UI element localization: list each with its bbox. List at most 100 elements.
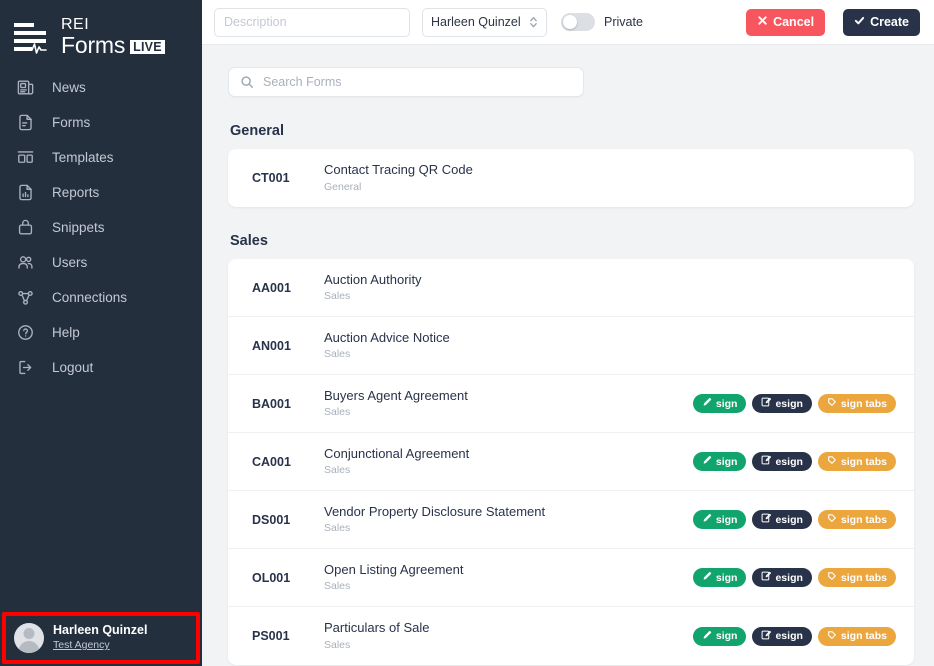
form-category: Sales <box>324 406 351 419</box>
sidebar-item-label: Connections <box>52 289 128 305</box>
sidebar-item-label: Snippets <box>52 219 105 235</box>
sidebar-item-label: Reports <box>52 184 100 200</box>
badge-sign-tabs[interactable]: sign tabs <box>817 626 896 646</box>
sidebar-item-news[interactable]: News <box>0 70 202 105</box>
form-code: CA001 <box>252 454 291 469</box>
badge-esign[interactable]: esign <box>752 394 812 413</box>
sidebar-item-users[interactable]: Users <box>0 245 202 280</box>
app-logo[interactable]: REI Forms LIVE <box>0 0 202 62</box>
form-groups: General CT001 Contact Tracing QR Code Gener… <box>228 123 914 665</box>
sidebar-item-help[interactable]: Help <box>0 315 202 350</box>
sign-tabs-icon <box>827 513 837 526</box>
create-button[interactable]: Create <box>843 8 920 36</box>
logo-live-badge: LIVE <box>130 39 165 54</box>
table-row[interactable]: CA001 Conjunctional Agreement Sales sign esi… <box>228 433 914 491</box>
table-row[interactable]: CT001 Contact Tracing QR Code General <box>228 149 914 207</box>
row-actions: sign esign sign tabs <box>692 626 896 646</box>
sidebar-item-reports[interactable]: Reports <box>0 175 202 210</box>
esign-icon <box>761 571 772 584</box>
private-toggle[interactable] <box>561 13 595 31</box>
table-row[interactable]: OL001 Open Listing Agreement Sales sign esig… <box>228 549 914 607</box>
sidebar-item-templates[interactable]: Templates <box>0 140 202 175</box>
create-button-label: Create <box>870 15 909 29</box>
sidebar-nav: News Forms Templates Reports Snippets Us… <box>0 70 202 385</box>
sign-icon <box>702 513 712 526</box>
sidebar: REI Forms LIVE News Forms Templates Repo… <box>0 0 202 666</box>
app-root: REI Forms LIVE News Forms Templates Repo… <box>0 0 934 666</box>
badge-esign[interactable]: esign <box>752 510 812 529</box>
table-row[interactable]: AN001 Auction Advice Notice Sales <box>228 317 914 375</box>
row-actions: sign esign sign tabs <box>692 394 896 413</box>
sign-icon <box>702 571 712 584</box>
sidebar-item-forms[interactable]: Forms <box>0 105 202 140</box>
cancel-button-label: Cancel <box>773 15 815 29</box>
close-icon <box>757 15 768 29</box>
private-toggle-group: Private <box>561 13 643 31</box>
badge-label: sign tabs <box>840 630 887 642</box>
search-bar[interactable] <box>228 67 584 97</box>
badge-sign-tabs[interactable]: sign tabs <box>817 394 896 413</box>
cancel-button[interactable]: Cancel <box>746 8 826 36</box>
form-code: DS001 <box>252 512 291 527</box>
badge-sign[interactable]: sign <box>692 510 747 529</box>
form-code: PS001 <box>252 629 290 643</box>
row-actions: sign esign sign tabs <box>692 452 896 471</box>
table-row[interactable]: DS001 Vendor Property Disclosure Statemen… <box>228 491 914 549</box>
sidebar-item-label: Users <box>52 254 88 270</box>
users-icon <box>16 253 35 272</box>
row-actions: sign esign sign tabs <box>692 510 896 529</box>
form-category: Sales <box>324 348 351 361</box>
badge-sign-tabs[interactable]: sign tabs <box>817 568 896 587</box>
table-row[interactable]: PS001 Particulars of Sale Sales sign esign si… <box>228 607 914 665</box>
user-profile[interactable]: Harleen Quinzel Test Agency <box>6 616 196 660</box>
search-input[interactable] <box>263 75 572 89</box>
form-category: Sales <box>324 290 351 303</box>
badge-esign[interactable]: esign <box>752 452 812 471</box>
form-category: Sales <box>324 638 351 651</box>
table-row[interactable]: AA001 Auction Authority Sales <box>228 259 914 317</box>
description-input[interactable] <box>214 7 410 37</box>
esign-icon <box>761 397 772 410</box>
badge-sign-tabs[interactable]: sign tabs <box>817 452 896 471</box>
badge-label: sign tabs <box>840 455 887 468</box>
badge-label: sign <box>715 630 738 642</box>
badge-esign[interactable]: esign <box>752 568 812 587</box>
table-row[interactable]: BA001 Buyers Agent Agreement Sales sign esig… <box>228 375 914 433</box>
content-area: General CT001 Contact Tracing QR Code Gener… <box>202 45 934 666</box>
badge-label: sign <box>715 397 738 410</box>
group-title: General <box>230 123 284 139</box>
owner-select-value: Harleen Quinzel <box>431 15 521 29</box>
toolbar: Harleen Quinzel Private <box>202 0 934 45</box>
rei-forms-logo-icon <box>12 20 52 54</box>
logo-forms-text: Forms <box>61 32 126 58</box>
private-toggle-label: Private <box>604 15 643 29</box>
sidebar-item-label: Templates <box>52 149 114 165</box>
badge-sign[interactable]: sign <box>692 568 747 587</box>
badge-sign-tabs[interactable]: sign tabs <box>817 510 896 529</box>
badge-label: sign tabs <box>840 513 887 526</box>
badge-sign[interactable]: sign <box>692 452 747 471</box>
sidebar-item-label: News <box>52 79 86 95</box>
badge-sign[interactable]: sign <box>692 626 747 646</box>
sign-tabs-icon <box>827 630 837 643</box>
sidebar-item-snippets[interactable]: Snippets <box>0 210 202 245</box>
sign-icon <box>702 397 712 410</box>
profile-agency-link[interactable]: Test Agency <box>53 640 147 652</box>
sidebar-item-label: Forms <box>52 114 91 130</box>
badge-label: sign <box>715 455 738 468</box>
form-category: Sales <box>324 580 351 593</box>
help-icon <box>16 323 35 342</box>
badge-esign[interactable]: esign <box>752 626 812 646</box>
form-code: CT001 <box>252 171 290 185</box>
badge-sign[interactable]: sign <box>692 394 747 413</box>
form-title: Conjunctional Agreement <box>324 445 470 461</box>
badge-label: esign <box>775 397 803 410</box>
sign-tabs-icon <box>827 571 837 584</box>
owner-select[interactable]: Harleen Quinzel <box>422 7 547 37</box>
group-title: Sales <box>230 233 268 249</box>
sidebar-item-connections[interactable]: Connections <box>0 280 202 315</box>
form-title: Auction Advice Notice <box>324 329 450 345</box>
form-title: Auction Authority <box>324 271 422 287</box>
form-category: Sales <box>324 464 351 477</box>
sidebar-item-logout[interactable]: Logout <box>0 350 202 385</box>
